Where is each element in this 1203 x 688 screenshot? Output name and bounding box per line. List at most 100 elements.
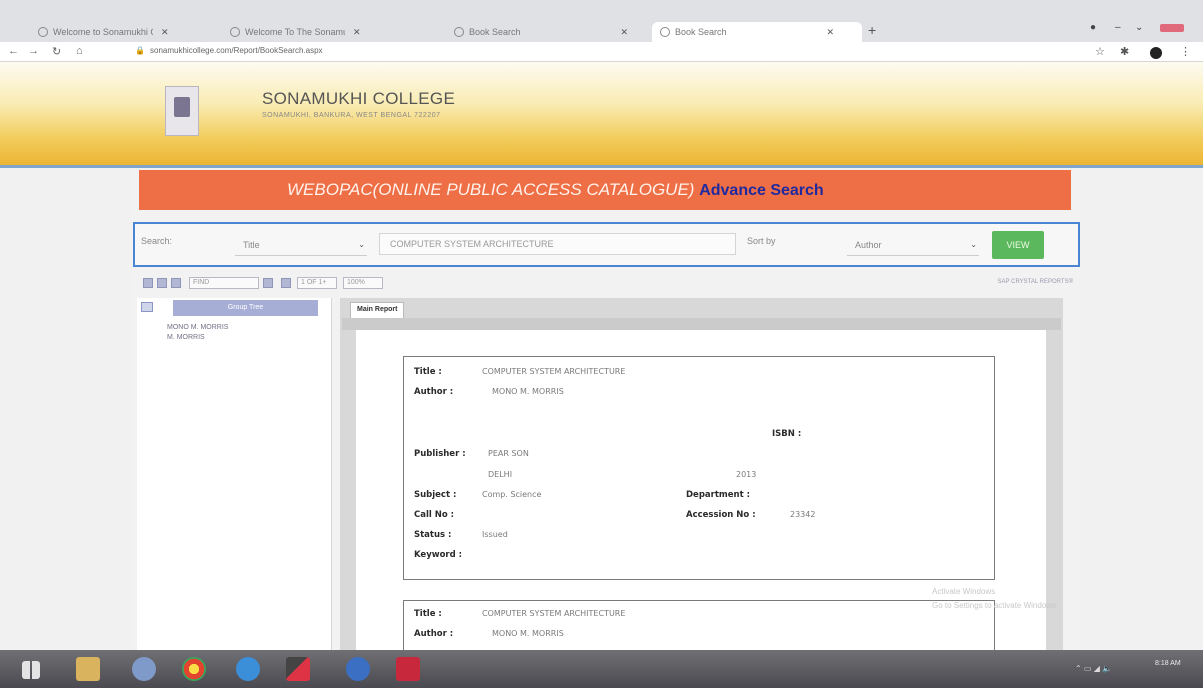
author-value: MONO M. MORRIS bbox=[492, 629, 564, 638]
view-button[interactable]: VIEW bbox=[992, 231, 1044, 259]
author-value: MONO M. MORRIS bbox=[492, 387, 564, 396]
year-value: 2013 bbox=[736, 470, 757, 479]
subject-label: Subject : bbox=[414, 490, 457, 500]
report-toolbar: FIND 1 OF 1+ 100% SAP CRYSTAL REPORTS® bbox=[137, 276, 1077, 292]
document-app-icon[interactable] bbox=[396, 657, 420, 681]
watermark-line: Activate Windows bbox=[932, 587, 996, 596]
search-input[interactable] bbox=[379, 233, 736, 255]
browser-toolbar: ← → ↻ ⌂ 🔒 sonamukhicollege.com/Report/Bo… bbox=[0, 42, 1203, 62]
extensions-icon[interactable]: ✱ bbox=[1120, 45, 1129, 58]
close-icon[interactable]: ✕ bbox=[353, 27, 361, 38]
title-value: COMPUTER SYSTEM ARCHITECTURE bbox=[482, 367, 626, 376]
tab-title: Book Search bbox=[469, 27, 521, 37]
app-icon[interactable] bbox=[286, 657, 310, 681]
system-tray-icons[interactable]: ⌃ ▭ ◢ 🔈 bbox=[1075, 664, 1112, 673]
screen: Welcome to Sonamukhi College ✕ Welcome T… bbox=[0, 0, 1203, 688]
browser-tab-1[interactable]: Welcome to Sonamukhi College ✕ bbox=[30, 22, 220, 42]
publisher-value: PEAR SON bbox=[488, 449, 529, 458]
sort-select[interactable]: Author ⌄ bbox=[847, 234, 979, 256]
subject-value: Comp. Science bbox=[482, 490, 542, 499]
search-field-select[interactable]: Title ⌄ bbox=[235, 234, 367, 256]
author-label: Author : bbox=[414, 387, 454, 397]
isbn-label: ISBN : bbox=[772, 429, 802, 439]
new-tab-button[interactable]: + bbox=[868, 22, 876, 38]
globe-icon bbox=[38, 27, 48, 37]
search-form: Search: Title ⌄ Sort by Author ⌄ VIEW bbox=[133, 222, 1080, 267]
star-icon[interactable]: ☆ bbox=[1095, 45, 1105, 58]
zoom-select[interactable]: 100% bbox=[343, 277, 383, 289]
group-tree-item[interactable]: M. MORRIS bbox=[167, 334, 205, 341]
first-page-icon[interactable] bbox=[281, 278, 291, 288]
profile-avatar[interactable] bbox=[1150, 47, 1162, 59]
back-icon[interactable]: ← bbox=[8, 45, 19, 57]
tab-title: Welcome to Sonamukhi College bbox=[53, 27, 153, 37]
banner-title: WEBOPAC(ONLINE PUBLIC ACCESS CATALOGUE) bbox=[287, 180, 695, 199]
accession-no-value: 23342 bbox=[790, 510, 816, 519]
site-header: SONAMUKHI COLLEGE SONAMUKHI, BANKURA, WE… bbox=[0, 62, 1203, 168]
status-value: Issued bbox=[482, 530, 508, 539]
webopac-banner: WEBOPAC(ONLINE PUBLIC ACCESS CATALOGUE) … bbox=[139, 170, 1071, 210]
chrome-icon[interactable] bbox=[182, 657, 206, 681]
address-bar[interactable]: sonamukhicollege.com/Report/BookSearch.a… bbox=[150, 46, 323, 55]
advance-search-link[interactable]: Advance Search bbox=[699, 182, 824, 199]
browser-tab-4[interactable]: Book Search ✕ bbox=[652, 22, 862, 42]
print-icon[interactable] bbox=[143, 278, 153, 288]
close-icon[interactable]: ✕ bbox=[161, 27, 169, 38]
lock-icon: 🔒 bbox=[135, 46, 145, 55]
author-label: Author : bbox=[414, 629, 454, 639]
tab-title: Book Search bbox=[675, 27, 727, 37]
group-tree-panel: Group Tree MONO M. MORRIS M. MORRIS bbox=[137, 298, 332, 650]
title-label: Title : bbox=[414, 367, 442, 377]
title-label: Title : bbox=[414, 609, 442, 619]
globe-icon bbox=[660, 27, 670, 37]
group-tree-toggle-icon[interactable] bbox=[171, 278, 181, 288]
group-tree-item[interactable]: MONO M. MORRIS bbox=[167, 324, 228, 331]
chevron-down-icon[interactable]: ⌄ bbox=[1135, 22, 1143, 33]
college-name: SONAMUKHI COLLEGE bbox=[262, 89, 456, 108]
file-explorer-icon[interactable] bbox=[76, 657, 100, 681]
chevron-down-icon: ⌄ bbox=[970, 240, 977, 249]
menu-icon[interactable]: ⋮ bbox=[1180, 45, 1191, 58]
find-input[interactable]: FIND bbox=[189, 277, 259, 289]
close-icon[interactable]: ✕ bbox=[621, 27, 629, 38]
binoculars-icon[interactable] bbox=[263, 278, 273, 288]
folder-icon bbox=[141, 302, 153, 312]
browser-tab-2[interactable]: Welcome To The Sonamukhi Co ✕ bbox=[222, 22, 440, 42]
chevron-down-icon: ⌄ bbox=[358, 240, 365, 249]
tab-title: Welcome To The Sonamukhi Co bbox=[245, 27, 345, 37]
title-value: COMPUTER SYSTEM ARCHITECTURE bbox=[482, 609, 626, 618]
minimize-icon[interactable]: – bbox=[1115, 22, 1121, 33]
sort-label: Sort by bbox=[747, 236, 776, 246]
home-icon[interactable]: ⌂ bbox=[76, 45, 83, 57]
browser-tab-strip: Welcome to Sonamukhi College ✕ Welcome T… bbox=[0, 0, 1203, 42]
tab-main-report[interactable]: Main Report bbox=[350, 302, 405, 318]
report-tab-strip bbox=[342, 318, 1061, 330]
search-label: Search: bbox=[141, 236, 173, 246]
taskbar-clock[interactable]: 8:18 AM bbox=[1155, 658, 1181, 669]
globe-icon bbox=[230, 27, 240, 37]
close-icon[interactable]: ✕ bbox=[827, 27, 835, 38]
book-record: Title : COMPUTER SYSTEM ARCHITECTURE Aut… bbox=[403, 356, 995, 580]
forward-icon[interactable]: → bbox=[28, 45, 39, 57]
publisher-label: Publisher : bbox=[414, 449, 466, 459]
call-no-label: Call No : bbox=[414, 510, 455, 520]
page-indicator[interactable]: 1 OF 1+ bbox=[297, 277, 337, 289]
globe-icon bbox=[454, 27, 464, 37]
windows-activation-watermark: Activate Windows Go to Settings to activ… bbox=[932, 585, 1058, 613]
window-close-button[interactable] bbox=[1160, 24, 1184, 32]
control-panel-icon[interactable] bbox=[132, 657, 156, 681]
search-field-value: Title bbox=[243, 240, 260, 250]
status-label: Status : bbox=[414, 530, 452, 540]
internet-explorer-icon[interactable] bbox=[236, 657, 260, 681]
department-label: Department : bbox=[686, 490, 750, 500]
sort-value: Author bbox=[855, 240, 882, 250]
media-icon[interactable] bbox=[346, 657, 370, 681]
keyword-label: Keyword : bbox=[414, 550, 463, 560]
accession-no-label: Accession No : bbox=[686, 510, 756, 520]
windows-start-icon[interactable] bbox=[22, 661, 40, 679]
export-icon[interactable] bbox=[157, 278, 167, 288]
browser-tab-3[interactable]: Book Search ✕ bbox=[446, 22, 646, 42]
record-icon[interactable]: ● bbox=[1090, 22, 1096, 33]
watermark-line: Go to Settings to activate Windows. bbox=[932, 601, 1059, 610]
reload-icon[interactable]: ↻ bbox=[52, 45, 61, 58]
